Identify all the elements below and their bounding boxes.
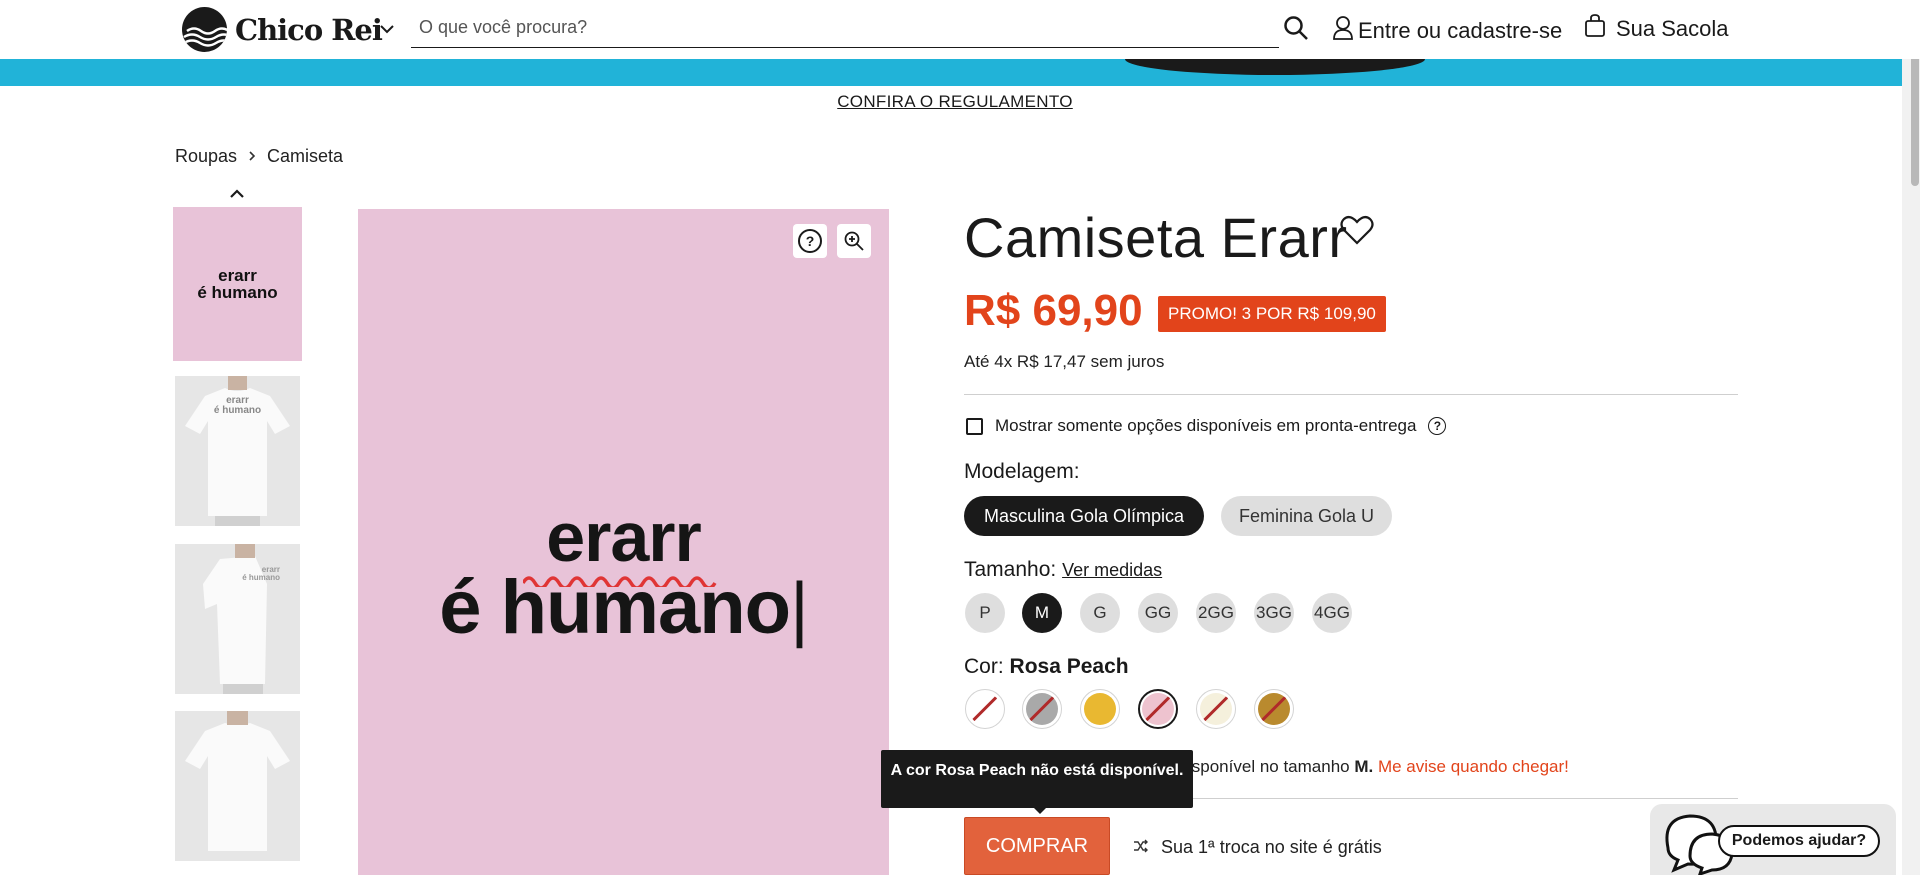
- breadcrumb-item-camiseta[interactable]: Camiseta: [267, 146, 343, 167]
- size-option-2gg[interactable]: 2GG: [1196, 593, 1236, 633]
- color-swatch-rosa-peach[interactable]: [1138, 689, 1178, 729]
- swatch-fill: [969, 693, 1001, 725]
- unavailable-slash-icon: [970, 694, 1000, 723]
- unavailable-size: M.: [1354, 757, 1374, 776]
- unavailable-slash-icon: [1201, 694, 1231, 723]
- ver-medidas-link[interactable]: Ver medidas: [1062, 560, 1162, 580]
- promo-banner[interactable]: [0, 59, 1902, 86]
- svg-text:?: ?: [806, 233, 815, 249]
- thumbnail-text-line2: é humano: [213, 405, 262, 416]
- account-link[interactable]: Entre ou cadastre-se: [1332, 15, 1562, 47]
- cor-selected: Rosa Peach: [1009, 655, 1129, 678]
- bag-link[interactable]: Sua Sacola: [1584, 13, 1729, 45]
- exchange-info: Sua 1ª troca no site é grátis: [1133, 837, 1382, 858]
- color-swatch-caramelo[interactable]: [1254, 689, 1294, 729]
- size-option-m[interactable]: M: [1022, 593, 1062, 633]
- promo-badge: PROMO! 3 POR R$ 109,90: [1158, 296, 1386, 332]
- zoom-in-icon[interactable]: [837, 224, 871, 258]
- help-label[interactable]: Podemos ajudar?: [1718, 825, 1880, 857]
- swatch-fill: [1200, 693, 1232, 725]
- unavailable-text: isponível no tamanho: [1188, 757, 1350, 776]
- search-input[interactable]: [411, 8, 1231, 46]
- logo[interactable]: Chico Rei: [182, 7, 383, 52]
- size-option-p[interactable]: P: [965, 593, 1005, 633]
- user-icon: [1332, 15, 1354, 47]
- thumbnail-text-line2: é humano: [242, 573, 280, 582]
- thumbnail-text-line1: erarr: [261, 565, 280, 574]
- regulamento-link[interactable]: CONFIRA O REGULAMENTO: [0, 92, 1910, 112]
- unavailable-slash-icon: [1259, 694, 1289, 723]
- shuffle-icon: [1133, 837, 1149, 858]
- availability-filter-label: Mostrar somente opções disponíveis em pr…: [995, 416, 1417, 435]
- search-icon[interactable]: [1283, 15, 1309, 46]
- breadcrumb-item-roupas[interactable]: Roupas: [175, 146, 237, 167]
- main-image-line1: erarr: [546, 498, 702, 576]
- thumbnail-4[interactable]: [175, 711, 300, 861]
- color-swatch-branco[interactable]: [965, 689, 1005, 729]
- bag-label: Sua Sacola: [1616, 16, 1729, 41]
- color-swatch-amarelo[interactable]: [1080, 689, 1120, 729]
- size-option-g[interactable]: G: [1080, 593, 1120, 633]
- installments-text: Até 4x R$ 17,47 sem juros: [964, 352, 1165, 371]
- unavailable-slash-icon: [1027, 694, 1057, 723]
- tamanho-row: Tamanho: Ver medidas: [964, 558, 1162, 582]
- main-product-image[interactable]: ? erarr é humano|: [358, 209, 889, 875]
- swatch-fill: [1142, 693, 1174, 725]
- availability-checkbox[interactable]: [966, 417, 983, 435]
- modelagem-label: Modelagem:: [964, 460, 1080, 483]
- tooltip-arrow: [1032, 806, 1048, 814]
- modelagem-option-feminina[interactable]: Feminina Gola U: [1221, 496, 1392, 536]
- cor-label: Cor:: [964, 655, 1004, 678]
- chevron-right-icon: [247, 146, 257, 167]
- size-option-4gg[interactable]: 4GG: [1312, 593, 1352, 633]
- swatch-fill: [1026, 693, 1058, 725]
- size-option-3gg[interactable]: 3GG: [1254, 593, 1294, 633]
- color-unavailable-tooltip: A cor Rosa Peach não está disponível.: [881, 750, 1193, 808]
- model-back-image: [175, 711, 300, 861]
- thumbnail-2[interactable]: erarr é humano: [175, 376, 300, 526]
- search-bar: [411, 8, 1279, 48]
- question-icon[interactable]: ?: [1428, 417, 1447, 435]
- product-title: Camiseta Erarr: [964, 206, 1348, 269]
- buy-button[interactable]: COMPRAR: [964, 817, 1110, 875]
- unavailable-message: isponível no tamanho M. Me avise quando …: [1188, 757, 1569, 777]
- thumbnail-1[interactable]: erarr é humano: [173, 207, 302, 361]
- availability-filter[interactable]: Mostrar somente opções disponíveis em pr…: [966, 416, 1447, 436]
- divider: [964, 394, 1738, 395]
- logo-text: Chico Rei: [235, 12, 383, 47]
- color-swatch-cinza[interactable]: [1022, 689, 1062, 729]
- chevron-down-icon[interactable]: [378, 20, 396, 43]
- site-header: Chico Rei Entre ou cadastre-se Sua Sacol…: [0, 0, 1920, 59]
- modelagem-option-masculina[interactable]: Masculina Gola Olímpica: [964, 496, 1204, 536]
- product-price: R$ 69,90: [964, 286, 1143, 335]
- swatch-fill: [1084, 693, 1116, 725]
- swatch-fill: [1258, 693, 1290, 725]
- help-icon[interactable]: ?: [793, 224, 827, 258]
- exchange-text: Sua 1ª troca no site é grátis: [1161, 837, 1382, 857]
- breadcrumb: Roupas Camiseta: [175, 146, 343, 167]
- spellcheck-squiggle: [523, 576, 717, 587]
- logo-mark-icon: [182, 7, 227, 52]
- chevron-up-icon[interactable]: [227, 187, 247, 206]
- size-option-gg[interactable]: GG: [1138, 593, 1178, 633]
- shopping-bag-icon: [1584, 13, 1606, 45]
- account-label: Entre ou cadastre-se: [1358, 18, 1563, 43]
- notify-me-link[interactable]: Me avise quando chegar!: [1378, 757, 1569, 776]
- cor-row: Cor: Rosa Peach: [964, 655, 1129, 679]
- thumbnail-text-line1: erarr: [218, 266, 257, 285]
- heart-icon[interactable]: [1340, 214, 1374, 251]
- unavailable-slash-icon: [1143, 694, 1173, 723]
- tamanho-label: Tamanho:: [964, 558, 1057, 581]
- thumbnail-3[interactable]: erarr é humano: [175, 544, 300, 694]
- color-swatch-off-white[interactable]: [1196, 689, 1236, 729]
- thumbnail-text-line2: é humano: [197, 283, 278, 302]
